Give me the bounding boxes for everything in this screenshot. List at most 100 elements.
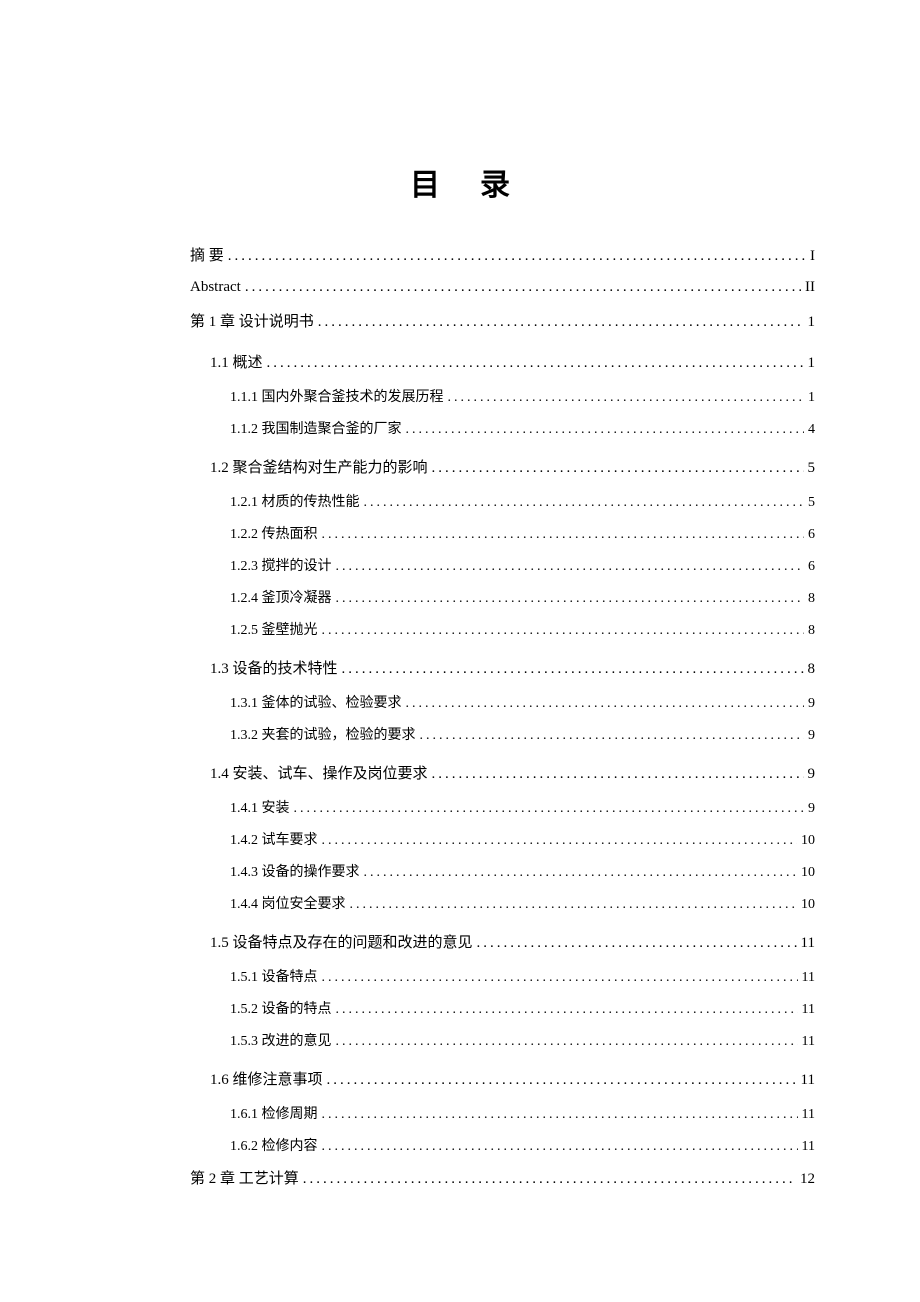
toc-title: 目录 [105, 160, 815, 204]
toc-entry: 1.1.2 我国制造聚合釜的厂家........................… [105, 418, 815, 438]
toc-entry-page: 4 [808, 422, 815, 438]
toc-entry-page: 5 [808, 460, 816, 477]
toc-leader-dots: ........................................… [406, 696, 805, 712]
toc-entry-label: Abstract [190, 279, 241, 296]
toc-entry-page: 8 [808, 623, 815, 639]
toc-entry: 1.4.4 岗位安全要求............................… [105, 893, 815, 913]
toc-entry: 1.3.2 夹套的试验，检验的要求.......................… [105, 724, 815, 744]
toc-entry: 1.1.1 国内外聚合釜技术的发展历程.....................… [105, 386, 815, 406]
toc-entry: 第 2 章 工艺计算..............................… [105, 1167, 815, 1188]
toc-entry: 1.2.2 传热面积..............................… [105, 523, 815, 543]
toc-entry-label: 1.2.3 搅拌的设计 [230, 555, 332, 575]
toc-entry-page: 10 [801, 865, 815, 881]
toc-entry: 1.2.4 釜顶冷凝器.............................… [105, 587, 815, 607]
toc-entry-page: 10 [801, 833, 815, 849]
toc-entry-label: 1.4 安装、试车、操作及岗位要求 [210, 762, 428, 783]
toc-entry: 1.2.1 材质的传热性能...........................… [105, 491, 815, 511]
toc-entry: Abstract................................… [105, 279, 815, 296]
toc-leader-dots: ........................................… [322, 1139, 798, 1155]
toc-entry-page: II [805, 279, 815, 296]
toc-entry-label: 1.4.4 岗位安全要求 [230, 893, 346, 913]
toc-entry-label: 1.3.2 夹套的试验，检验的要求 [230, 724, 416, 744]
toc-entry: 1.6.2 检修内容..............................… [105, 1135, 815, 1155]
toc-entry: 1.4.2 试车要求..............................… [105, 829, 815, 849]
toc-leader-dots: ........................................… [303, 1171, 796, 1188]
toc-entry: 摘 要.....................................… [105, 244, 815, 265]
toc-entry-page: 5 [808, 495, 815, 511]
toc-entry-page: 6 [808, 527, 815, 543]
toc-entry: 第 1 章 设计说明书.............................… [105, 310, 815, 331]
toc-entry-page: 9 [808, 801, 815, 817]
toc-leader-dots: ........................................… [342, 661, 804, 678]
toc-entry-page: 11 [802, 1107, 815, 1123]
toc-leader-dots: ........................................… [364, 495, 805, 511]
toc-leader-dots: ........................................… [350, 897, 798, 913]
toc-leader-dots: ........................................… [336, 559, 805, 575]
toc-entry: 1.4 安装、试车、操作及岗位要求.......................… [105, 762, 815, 783]
toc-entry-page: 11 [802, 1034, 815, 1050]
toc-entry-page: 11 [801, 1072, 815, 1089]
toc-entry-label: 1.3.1 釜体的试验、检验要求 [230, 692, 402, 712]
toc-entry-page: 1 [808, 355, 816, 372]
toc-entry: 1.2.5 釜壁抛光..............................… [105, 619, 815, 639]
toc-entry-page: 8 [808, 591, 815, 607]
toc-entry: 1.5.1 设备特点..............................… [105, 966, 815, 986]
toc-entry-label: 1.4.3 设备的操作要求 [230, 861, 360, 881]
toc-entry-page: 9 [808, 696, 815, 712]
toc-entry: 1.1 概述..................................… [105, 351, 815, 372]
toc-entry-label: 1.1 概述 [210, 351, 263, 372]
toc-entry-label: 摘 要 [190, 244, 224, 265]
toc-entry-page: 11 [801, 935, 815, 952]
toc-entry-label: 1.4.2 试车要求 [230, 829, 318, 849]
toc-entry: 1.6 维修注意事项..............................… [105, 1068, 815, 1089]
toc-entry-label: 1.2.5 釜壁抛光 [230, 619, 318, 639]
toc-entry: 1.4.3 设备的操作要求...........................… [105, 861, 815, 881]
toc-leader-dots: ........................................… [477, 935, 797, 952]
toc-entry: 1.4.1 安装................................… [105, 797, 815, 817]
toc-leader-dots: ........................................… [267, 355, 804, 372]
toc-entry-page: 1 [808, 314, 816, 331]
toc-leader-dots: ........................................… [406, 422, 805, 438]
toc-entry-page: 10 [801, 897, 815, 913]
toc-entry-label: 1.1.2 我国制造聚合釜的厂家 [230, 418, 402, 438]
toc-leader-dots: ........................................… [336, 1034, 798, 1050]
toc-leader-dots: ........................................… [364, 865, 798, 881]
toc-entry-page: 11 [802, 1002, 815, 1018]
toc-leader-dots: ........................................… [294, 801, 805, 817]
toc-leader-dots: ........................................… [420, 728, 805, 744]
toc-entry-page: 11 [802, 970, 815, 986]
toc-leader-dots: ........................................… [245, 279, 801, 296]
toc-leader-dots: ........................................… [322, 623, 805, 639]
toc-leader-dots: ........................................… [432, 766, 804, 783]
toc-entry-label: 1.2.4 釜顶冷凝器 [230, 587, 332, 607]
toc-entry-page: 6 [808, 559, 815, 575]
toc-entry-page: 12 [800, 1171, 815, 1188]
toc-entry-label: 第 2 章 工艺计算 [190, 1167, 299, 1188]
toc-entry-page: 8 [808, 661, 816, 678]
toc-entry: 1.6.1 检修周期..............................… [105, 1103, 815, 1123]
toc-leader-dots: ........................................… [228, 248, 806, 265]
toc-entry-label: 1.6 维修注意事项 [210, 1068, 323, 1089]
toc-entry-label: 1.3 设备的技术特性 [210, 657, 338, 678]
toc-leader-dots: ........................................… [322, 833, 798, 849]
table-of-contents: 摘 要.....................................… [105, 244, 815, 1188]
toc-leader-dots: ........................................… [322, 970, 798, 986]
toc-entry-label: 1.2.2 传热面积 [230, 523, 318, 543]
toc-entry-label: 1.5.2 设备的特点 [230, 998, 332, 1018]
toc-entry-page: 9 [808, 766, 816, 783]
toc-entry-page: 1 [808, 390, 815, 406]
toc-entry-label: 1.2 聚合釜结构对生产能力的影响 [210, 456, 428, 477]
toc-entry-label: 1.6.2 检修内容 [230, 1135, 318, 1155]
toc-entry-label: 1.5.1 设备特点 [230, 966, 318, 986]
toc-leader-dots: ........................................… [322, 1107, 798, 1123]
toc-leader-dots: ........................................… [336, 1002, 798, 1018]
toc-entry: 1.5 设备特点及存在的问题和改进的意见....................… [105, 931, 815, 952]
toc-entry: 1.3 设备的技术特性.............................… [105, 657, 815, 678]
toc-entry: 1.5.3 改进的意见.............................… [105, 1030, 815, 1050]
toc-leader-dots: ........................................… [448, 390, 805, 406]
toc-entry: 1.5.2 设备的特点.............................… [105, 998, 815, 1018]
toc-entry-label: 第 1 章 设计说明书 [190, 310, 314, 331]
toc-entry-label: 1.4.1 安装 [230, 797, 290, 817]
toc-entry-page: 11 [802, 1139, 815, 1155]
toc-leader-dots: ........................................… [327, 1072, 797, 1089]
